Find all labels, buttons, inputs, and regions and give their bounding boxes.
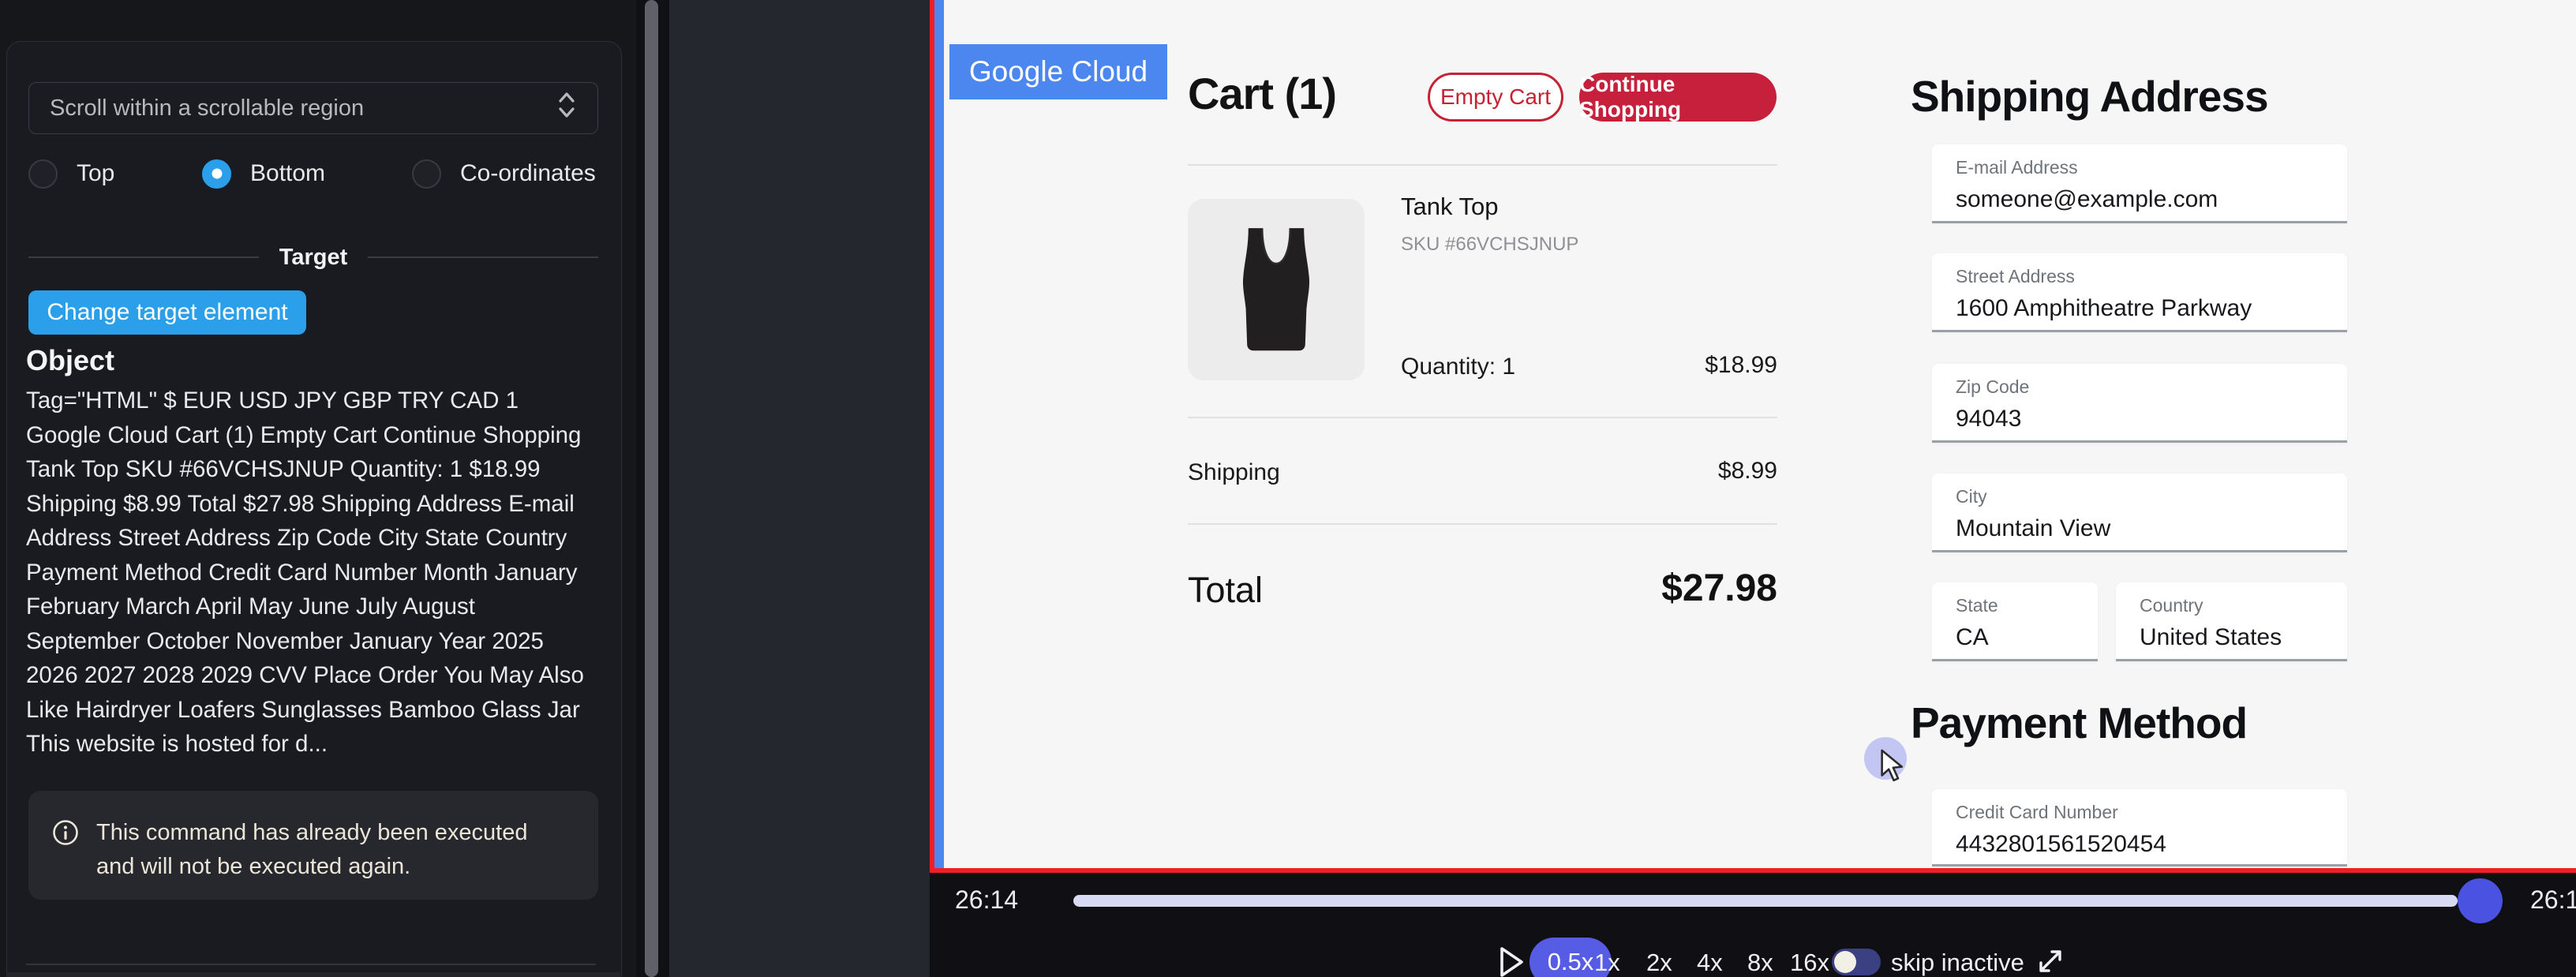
shipping-row-label: Shipping (1188, 459, 1280, 486)
replay-app: Scroll within a scrollable region Top Bo… (0, 0, 2576, 977)
notice-text: This command has already been executed a… (96, 816, 554, 884)
cart-divider (1188, 523, 1777, 525)
radio-circle[interactable] (28, 159, 58, 189)
end-time: 26:1 (2530, 885, 2576, 915)
timeline-slider-thumb[interactable] (2458, 878, 2503, 923)
email-field[interactable]: E-mail Address someone@example.com (1932, 144, 2347, 223)
field-value: 4432801561520454 (1956, 831, 2347, 858)
change-target-button[interactable]: Change target element (28, 290, 306, 335)
select-chevrons-icon (556, 89, 577, 127)
speed-4x-button[interactable]: 4x (1697, 949, 1723, 977)
radio-label: Top (77, 160, 114, 187)
product-sku: SKU #66VCHSJNUP (1401, 234, 1578, 256)
info-icon (52, 819, 79, 850)
scroll-position-radios: Top Bottom Co-ordinates (28, 155, 598, 193)
city-field[interactable]: City Mountain View (1932, 474, 2347, 552)
field-value: Mountain View (1956, 515, 2347, 542)
radio-bottom[interactable]: Bottom (202, 155, 325, 193)
radio-circle[interactable] (412, 159, 441, 189)
field-label: City (1956, 486, 2347, 507)
speed-1x-button[interactable]: 1x (1594, 949, 1620, 977)
field-label: Country (2140, 595, 2347, 616)
continue-shopping-button[interactable]: Continue Shopping (1579, 73, 1777, 122)
tank-top-graphic (1213, 217, 1339, 363)
cart-divider (1188, 417, 1777, 418)
radio-label: Bottom (250, 160, 325, 187)
fullscreen-expand-icon[interactable] (2033, 944, 2068, 977)
field-value: 1600 Amphitheatre Parkway (1956, 295, 2347, 322)
field-value: United States (2140, 624, 2347, 651)
radio-label: Co-ordinates (460, 160, 596, 187)
divider-line (368, 256, 598, 258)
empty-cart-button[interactable]: Empty Cart (1428, 73, 1563, 122)
field-label: Street Address (1956, 266, 2347, 287)
viewer-gutter (669, 0, 930, 977)
product-quantity: Quantity: 1 (1401, 354, 1515, 380)
target-highlight-border (934, 0, 944, 873)
field-label: State (1956, 595, 2098, 616)
product-name: Tank Top (1401, 193, 1499, 221)
field-label: E-mail Address (1956, 157, 2347, 178)
sidebar-divider (26, 964, 596, 965)
command-type-value: Scroll within a scrollable region (50, 95, 364, 122)
divider-line (28, 256, 259, 258)
object-description-text: Tag="HTML" $ EUR USD JPY GBP TRY CAD 1 G… (26, 384, 591, 762)
mouse-cursor-icon (1877, 748, 1910, 788)
field-value: someone@example.com (1956, 186, 2347, 213)
field-label: Credit Card Number (1956, 802, 2347, 823)
field-value: CA (1956, 624, 2098, 651)
target-section-label: Target (279, 245, 347, 271)
sidebar-scrollbar-thumb[interactable] (645, 0, 658, 977)
current-time: 26:14 (955, 885, 1018, 915)
command-type-select[interactable]: Scroll within a scrollable region (28, 82, 598, 134)
radio-top[interactable]: Top (28, 155, 114, 193)
radio-coordinates[interactable]: Co-ordinates (412, 155, 596, 193)
field-value: 94043 (1956, 406, 2347, 432)
next-panel-edge (6, 972, 620, 977)
field-label: Zip Code (1956, 376, 2347, 398)
skip-inactive-toggle[interactable] (1832, 949, 1881, 975)
timeline-slider-track[interactable] (1073, 895, 2458, 907)
google-cloud-badge: Google Cloud (949, 44, 1167, 99)
play-button[interactable] (1496, 944, 1526, 977)
object-heading: Object (26, 344, 114, 377)
product-image-tank-top (1188, 199, 1365, 380)
speed-8x-button[interactable]: 8x (1747, 949, 1773, 977)
total-label: Total (1188, 570, 1263, 611)
cart-divider (1188, 164, 1777, 166)
state-field[interactable]: State CA (1932, 582, 2098, 661)
total-price: $27.98 (1541, 567, 1777, 610)
product-price: $18.99 (1619, 352, 1777, 379)
radio-circle-selected[interactable] (202, 159, 231, 189)
speed-2x-button[interactable]: 2x (1646, 949, 1672, 977)
speed-16x-button[interactable]: 16x (1790, 949, 1829, 977)
country-field[interactable]: Country United States (2116, 582, 2347, 661)
shipping-address-heading: Shipping Address (1911, 71, 2268, 122)
payment-method-heading: Payment Method (1911, 698, 2247, 748)
zip-field[interactable]: Zip Code 94043 (1932, 364, 2347, 443)
credit-card-number-field[interactable]: Credit Card Number 4432801561520454 (1932, 789, 2347, 867)
toggle-knob (1834, 951, 1856, 973)
cart-title: Cart (1) (1188, 68, 1336, 119)
target-section-divider: Target (28, 243, 598, 271)
shipping-row-price: $8.99 (1619, 458, 1777, 485)
already-executed-notice: This command has already been executed a… (28, 791, 598, 900)
skip-inactive-label: skip inactive (1891, 949, 2024, 977)
street-field[interactable]: Street Address 1600 Amphitheatre Parkway (1932, 253, 2347, 332)
